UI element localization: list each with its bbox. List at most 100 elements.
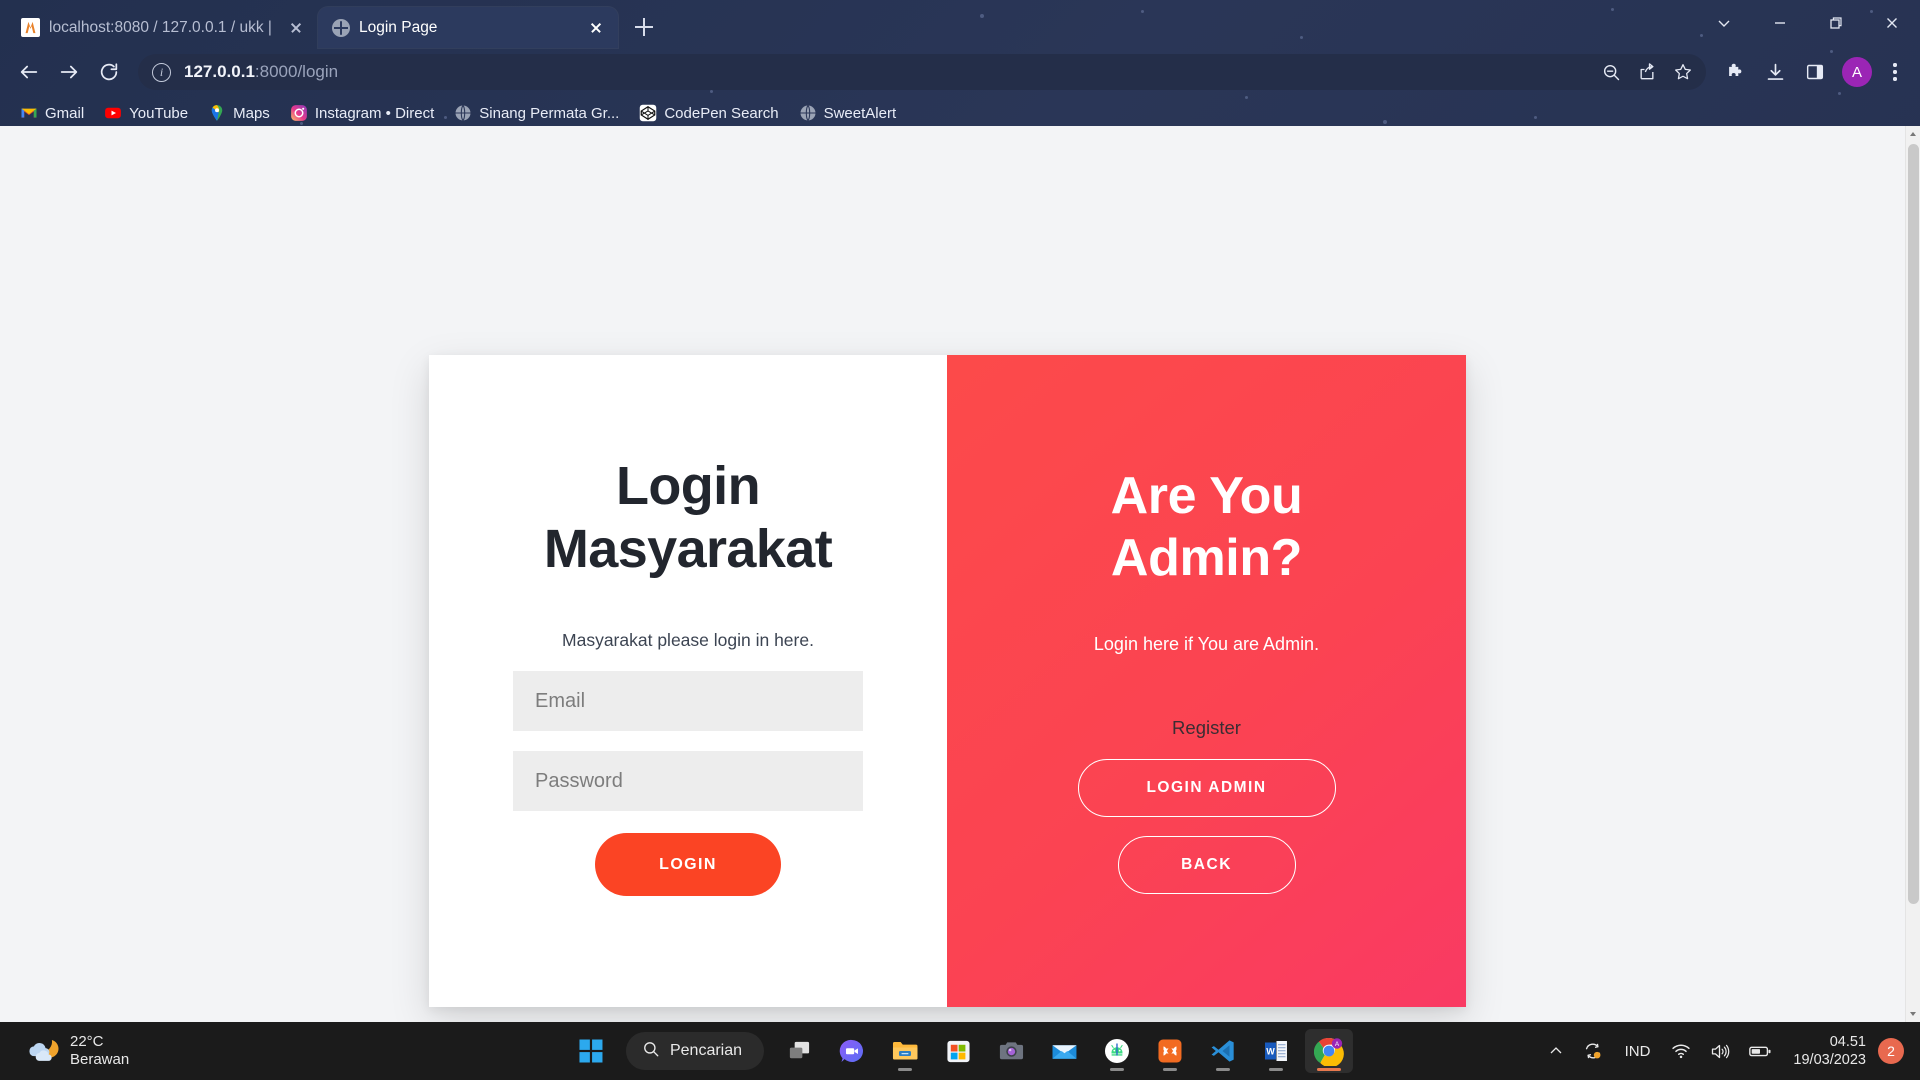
phpmyadmin-icon bbox=[21, 18, 40, 37]
title-line-2: Masyarakat bbox=[543, 518, 833, 579]
bookmark-label: Maps bbox=[233, 104, 270, 122]
start-button[interactable] bbox=[567, 1029, 615, 1073]
email-input[interactable] bbox=[513, 671, 863, 732]
masyarakat-login-panel: Login Masyarakat Masyarakat please login… bbox=[429, 355, 947, 1007]
chat-teams-icon[interactable] bbox=[828, 1029, 876, 1073]
bookmark-sweetalert[interactable]: SweetAlert bbox=[791, 100, 905, 126]
reload-icon[interactable] bbox=[90, 53, 128, 91]
bookmark-youtube[interactable]: YouTube bbox=[96, 100, 196, 126]
side-panel-icon[interactable] bbox=[1796, 53, 1834, 91]
bookmark-label: CodePen Search bbox=[664, 104, 779, 122]
weather-condition: Berawan bbox=[70, 1051, 130, 1068]
register-link[interactable]: Register bbox=[1172, 717, 1241, 739]
running-indicator bbox=[1163, 1067, 1178, 1071]
chrome-icon[interactable]: A bbox=[1305, 1029, 1354, 1073]
zoom-out-icon[interactable] bbox=[1594, 55, 1628, 89]
browser-tab-inactive[interactable]: localhost:8080 / 127.0.0.1 / ukk | bbox=[8, 7, 318, 48]
admin-subtitle: Login here if You are Admin. bbox=[1093, 633, 1320, 654]
admin-title-line-1: Are You bbox=[1110, 467, 1303, 525]
bookmark-label: YouTube bbox=[129, 104, 189, 122]
tray-time: 04.51 bbox=[1829, 1033, 1866, 1050]
svg-text:A: A bbox=[1335, 1041, 1340, 1048]
bookmark-label: SweetAlert bbox=[823, 104, 897, 122]
microsoft-store-icon[interactable] bbox=[934, 1029, 982, 1073]
running-indicator bbox=[898, 1067, 913, 1071]
bookmark-sinang-permata[interactable]: Sinang Permata Gr... bbox=[446, 100, 627, 126]
camera-icon[interactable] bbox=[987, 1029, 1035, 1073]
back-button[interactable]: BACK bbox=[1117, 835, 1296, 894]
search-label: Pencarian bbox=[669, 1042, 743, 1059]
globe-icon bbox=[799, 104, 817, 122]
task-view-icon[interactable] bbox=[775, 1029, 823, 1073]
tab-search-chevron-icon[interactable] bbox=[1696, 0, 1752, 46]
bookmark-gmail[interactable]: Gmail bbox=[12, 100, 92, 126]
language-indicator[interactable]: IND bbox=[1613, 1043, 1663, 1060]
new-tab-button[interactable] bbox=[626, 9, 662, 45]
chrome-browser-window: localhost:8080 / 127.0.0.1 / ukk | Login… bbox=[0, 0, 1920, 1022]
tab-title: localhost:8080 / 127.0.0.1 / ukk | bbox=[49, 18, 272, 36]
forward-icon[interactable] bbox=[50, 53, 88, 91]
title-line-1: Login bbox=[616, 456, 761, 516]
word-icon[interactable]: W bbox=[1252, 1029, 1300, 1073]
page-scrollbar[interactable] bbox=[1905, 126, 1920, 1022]
login-subtitle: Masyarakat please login in here. bbox=[562, 630, 814, 651]
search-taskbar-button[interactable]: Pencarian bbox=[625, 1032, 765, 1070]
chevron-up-icon[interactable] bbox=[1539, 1029, 1573, 1073]
bookmark-codepen[interactable]: CodePen Search bbox=[631, 100, 786, 126]
clock-widget[interactable]: 04.51 19/03/2023 bbox=[1781, 1033, 1874, 1069]
weather-widget[interactable]: 22°C Berawan bbox=[0, 1032, 300, 1071]
svg-text:W: W bbox=[1266, 1047, 1275, 1057]
close-icon[interactable] bbox=[1864, 0, 1920, 46]
scroll-up-icon[interactable] bbox=[1906, 126, 1920, 142]
site-info-icon[interactable]: i bbox=[152, 62, 171, 82]
android-studio-icon[interactable] bbox=[1093, 1029, 1141, 1073]
download-icon[interactable] bbox=[1756, 53, 1794, 91]
globe-icon bbox=[454, 104, 472, 122]
weather-temperature: 22°C bbox=[70, 1032, 104, 1050]
running-indicator bbox=[1269, 1067, 1284, 1071]
onedrive-sync-icon[interactable] bbox=[1573, 1029, 1613, 1073]
mail-icon[interactable] bbox=[1040, 1029, 1088, 1073]
login-card: Login Masyarakat Masyarakat please login… bbox=[429, 355, 1466, 1007]
browser-tab-active[interactable]: Login Page bbox=[318, 7, 618, 48]
scroll-down-icon[interactable] bbox=[1906, 1006, 1920, 1022]
file-explorer-icon[interactable] bbox=[881, 1029, 929, 1073]
close-icon[interactable] bbox=[584, 16, 608, 40]
address-bar[interactable]: i 127.0.0.1:8000/login bbox=[138, 54, 1706, 90]
search-icon bbox=[642, 1040, 660, 1063]
running-indicator bbox=[1110, 1067, 1125, 1071]
codepen-icon bbox=[639, 104, 657, 122]
battery-icon[interactable] bbox=[1739, 1029, 1781, 1073]
google-maps-icon bbox=[208, 104, 226, 122]
browser-toolbar: i 127.0.0.1:8000/login A bbox=[0, 48, 1920, 96]
back-icon[interactable] bbox=[10, 53, 48, 91]
tab-title: Login Page bbox=[359, 18, 438, 36]
active-indicator bbox=[1317, 1067, 1342, 1071]
bookmark-maps[interactable]: Maps bbox=[200, 100, 278, 126]
page-title: Login Masyarakat bbox=[543, 455, 833, 580]
minimize-icon[interactable] bbox=[1752, 0, 1808, 46]
wifi-icon[interactable] bbox=[1662, 1029, 1700, 1073]
restore-icon[interactable] bbox=[1808, 0, 1864, 46]
volume-icon[interactable] bbox=[1700, 1029, 1739, 1073]
system-tray: IND 04.51 19/03/2023 2 bbox=[1539, 1029, 1920, 1073]
login-admin-button[interactable]: LOGIN ADMIN bbox=[1077, 758, 1336, 817]
vscode-icon[interactable] bbox=[1199, 1029, 1247, 1073]
share-icon[interactable] bbox=[1630, 55, 1664, 89]
bookmark-instagram[interactable]: Instagram • Direct bbox=[282, 100, 442, 126]
login-button[interactable]: LOGIN bbox=[595, 833, 781, 897]
xampp-icon[interactable] bbox=[1146, 1029, 1194, 1073]
bookmark-star-icon[interactable] bbox=[1666, 55, 1700, 89]
bookmarks-bar: Gmail YouTube Maps Instagram • Direct Si… bbox=[0, 96, 1920, 130]
extensions-puzzle-icon[interactable] bbox=[1716, 53, 1754, 91]
admin-title-line-2: Admin? bbox=[1110, 529, 1303, 588]
scrollbar-thumb[interactable] bbox=[1908, 144, 1919, 904]
kebab-menu-icon[interactable] bbox=[1880, 53, 1910, 91]
cloud-moon-icon bbox=[24, 1032, 60, 1071]
password-input[interactable] bbox=[513, 751, 863, 812]
profile-avatar[interactable]: A bbox=[1842, 57, 1872, 87]
close-icon[interactable] bbox=[284, 16, 308, 40]
notification-badge[interactable]: 2 bbox=[1878, 1038, 1904, 1064]
admin-panel: Are You Admin? Login here if You are Adm… bbox=[947, 355, 1466, 1007]
bookmark-label: Gmail bbox=[45, 104, 85, 122]
